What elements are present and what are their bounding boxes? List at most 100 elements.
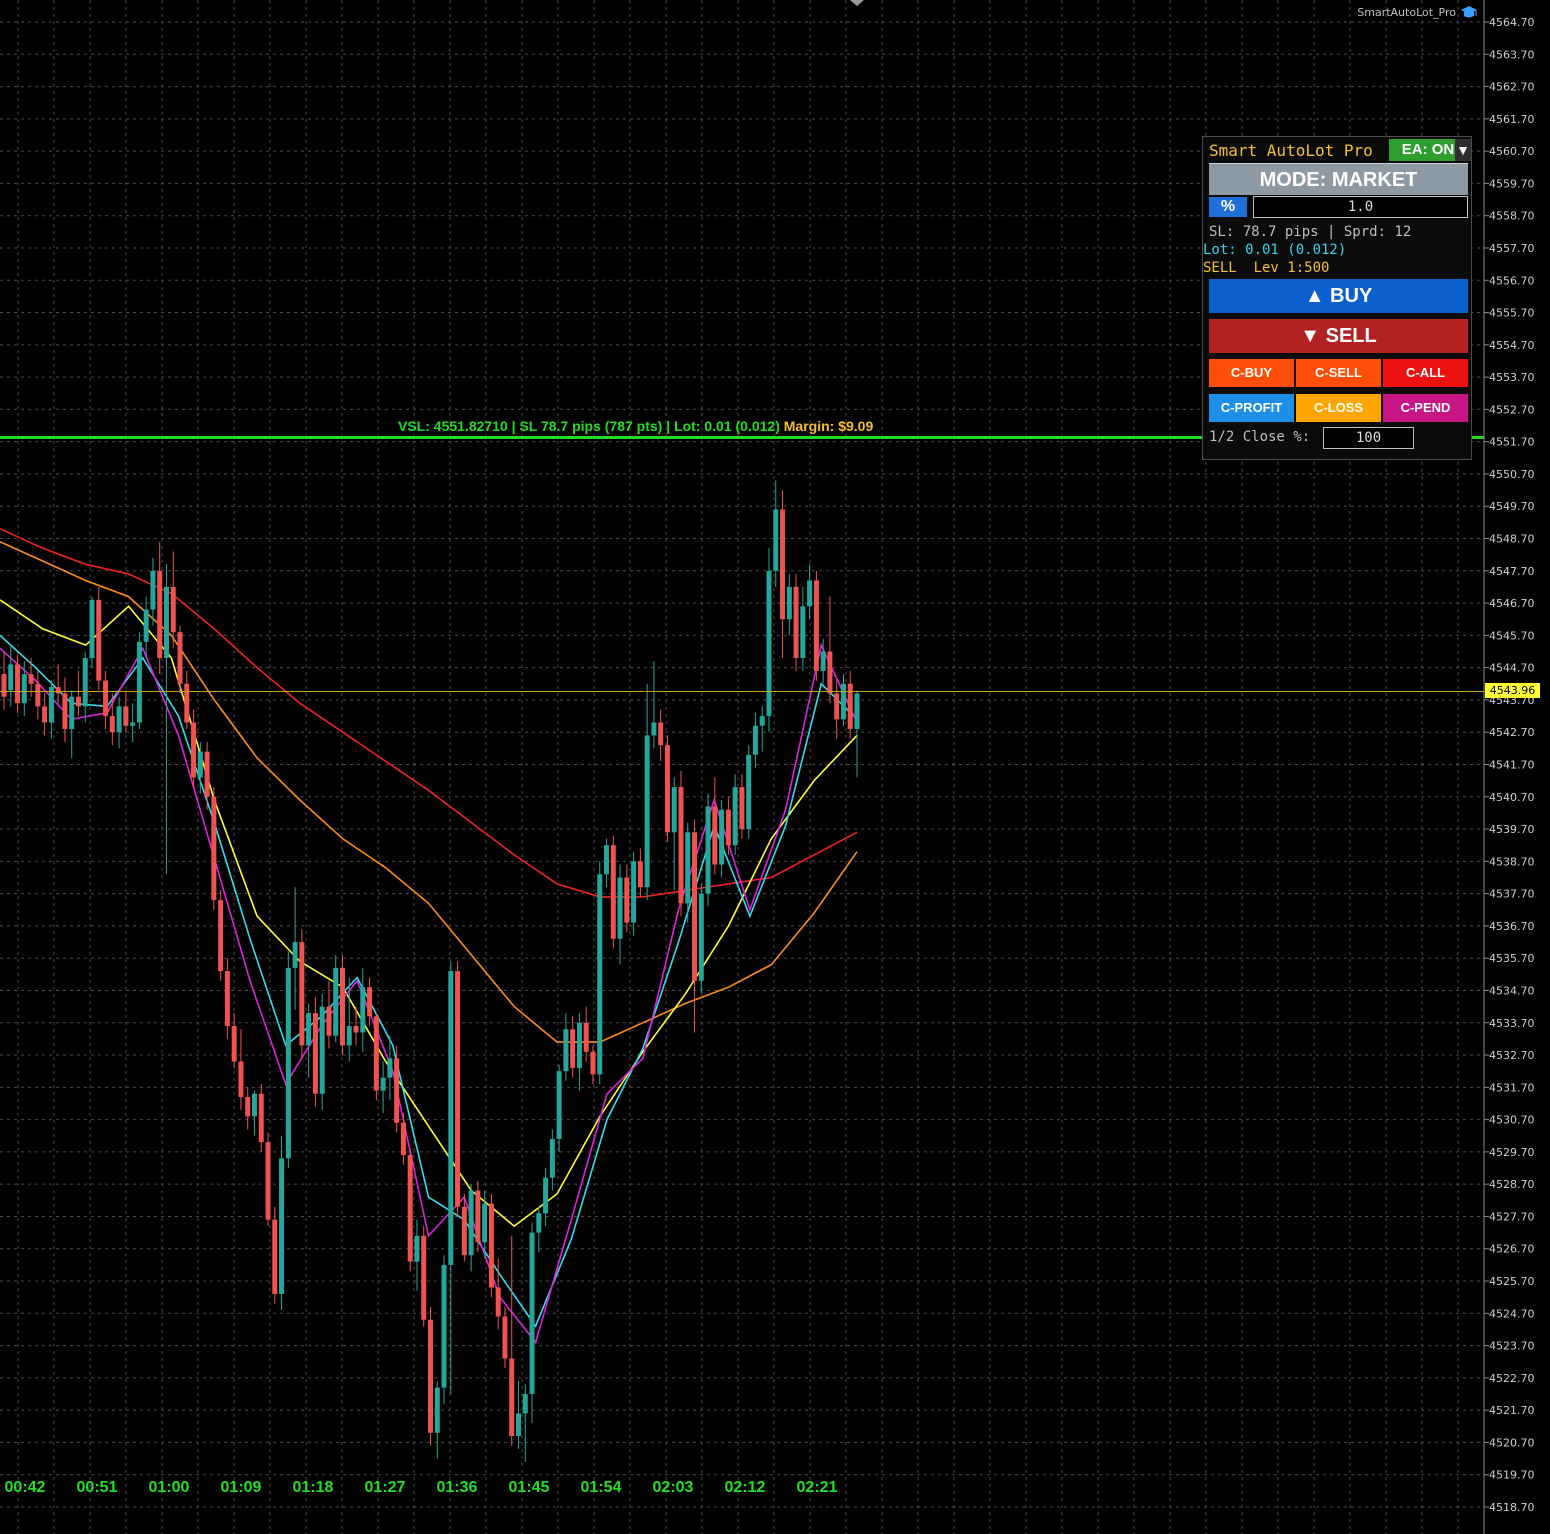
candle-body (82, 657, 88, 707)
candle (468, 1184, 474, 1272)
candle-body (461, 1206, 467, 1256)
candle-body (820, 651, 826, 671)
candle (847, 670, 853, 739)
candle-body (637, 861, 643, 888)
candle-body (400, 1122, 406, 1156)
candle-body (143, 609, 149, 642)
candle (407, 1148, 413, 1272)
risk-input[interactable]: 1.0 (1253, 196, 1468, 218)
candle-body (732, 787, 738, 846)
mode-button[interactable]: MODE: MARKET (1209, 163, 1468, 195)
candle-body (89, 599, 95, 658)
candle (604, 838, 610, 888)
close-pending-button[interactable]: C-PEND (1383, 394, 1468, 422)
price-tick-label: 4550.70 (1489, 468, 1535, 481)
time-axis[interactable]: 00:42 00:51 01:00 01:09 01:18 01:27 01:36 01:45… (5, 1479, 838, 1496)
candle (35, 670, 41, 720)
candle-body (725, 809, 731, 846)
buy-button[interactable]: ▲ BUY (1209, 279, 1468, 313)
candle (387, 1035, 393, 1101)
candle (746, 745, 752, 839)
candle (766, 548, 772, 733)
moving-average-line (0, 599, 858, 1228)
time-tick-label: 01:45 (509, 1479, 550, 1496)
candle (184, 670, 190, 729)
candle (752, 712, 758, 768)
price-tick-label: 4554.70 (1489, 339, 1535, 352)
candle-body (8, 664, 14, 691)
price-axis[interactable]: 4564.70 4563.70 4562.70 4561.70 4560.70 4559.… (1484, 16, 1535, 1514)
candle-body (516, 1413, 522, 1436)
candle-body (231, 1025, 237, 1062)
moving-average-line (0, 642, 858, 1345)
close-profit-button[interactable]: C-PROFIT (1209, 394, 1294, 422)
close-loss-button[interactable]: C-LOSS (1296, 394, 1381, 422)
sell-button[interactable]: ▼ SELL (1209, 319, 1468, 353)
candle (150, 557, 156, 626)
time-tick-label: 01:54 (581, 1479, 622, 1496)
candle-body (218, 900, 224, 972)
candle-body (353, 1025, 359, 1033)
candle (637, 848, 643, 897)
price-tick-label: 4551.70 (1489, 436, 1535, 449)
candle-body (624, 877, 630, 923)
candle-body (576, 1022, 582, 1068)
price-tick-label: 4564.70 (1489, 16, 1535, 29)
candle (211, 787, 217, 910)
candle (522, 1384, 528, 1462)
price-tick-label: 4521.70 (1489, 1404, 1535, 1417)
candle (800, 586, 806, 671)
moving-average-line (0, 540, 858, 1043)
price-tick-label: 4549.70 (1489, 500, 1535, 513)
partial-close-input[interactable]: 100 (1323, 427, 1414, 449)
candle-body (563, 1029, 569, 1072)
candle-body (685, 832, 691, 904)
candle (69, 690, 75, 759)
partial-close-label: 1/2 Close %: (1209, 429, 1311, 445)
candle-body (692, 832, 698, 981)
price-tick-label: 4530.70 (1489, 1114, 1535, 1127)
price-tick-label: 4533.70 (1489, 1017, 1535, 1030)
candle (827, 596, 833, 704)
price-tick-label: 4541.70 (1489, 759, 1535, 772)
candle-body (130, 722, 136, 726)
candle (8, 645, 14, 707)
candle (793, 574, 799, 671)
candle (705, 793, 711, 907)
price-tick-label: 4557.70 (1489, 242, 1535, 255)
candle-body (69, 696, 75, 729)
direction-leverage-info: SELL Lev 1:500 (1203, 260, 1330, 276)
risk-type-button[interactable]: % (1209, 197, 1247, 217)
candle-body (35, 683, 41, 707)
close-all-button[interactable]: C-ALL (1383, 359, 1468, 387)
price-tick-label: 4545.70 (1489, 629, 1535, 642)
close-buy-button[interactable]: C-BUY (1209, 359, 1294, 387)
candle (840, 674, 846, 726)
price-tick-label: 4524.70 (1489, 1307, 1535, 1320)
candle-body (21, 674, 27, 704)
close-sell-button[interactable]: C-SELL (1296, 359, 1381, 387)
collapse-icon[interactable]: ▼ (1455, 139, 1471, 161)
time-tick-label: 02:12 (725, 1479, 766, 1496)
ea-name-label: SmartAutoLot_Pro (1357, 6, 1456, 19)
candle (583, 1006, 589, 1062)
price-tick-label: 4534.70 (1489, 984, 1535, 997)
candle (380, 1061, 386, 1114)
price-tick-label: 4518.70 (1489, 1501, 1535, 1514)
time-tick-label: 00:42 (5, 1479, 46, 1496)
candle-body (163, 586, 169, 658)
candle (719, 800, 725, 878)
candle (48, 680, 54, 739)
candle-body (251, 1093, 257, 1117)
candle (143, 596, 149, 658)
price-tick-label: 4538.70 (1489, 855, 1535, 868)
candle-body (272, 1219, 278, 1294)
candle-body (177, 632, 183, 684)
price-tick-label: 4529.70 (1489, 1146, 1535, 1159)
candle (224, 958, 230, 1039)
candle-body (42, 706, 48, 723)
candle (543, 1168, 549, 1227)
price-tick-label: 4556.70 (1489, 274, 1535, 287)
candle-body (549, 1138, 555, 1178)
candle (739, 774, 745, 839)
